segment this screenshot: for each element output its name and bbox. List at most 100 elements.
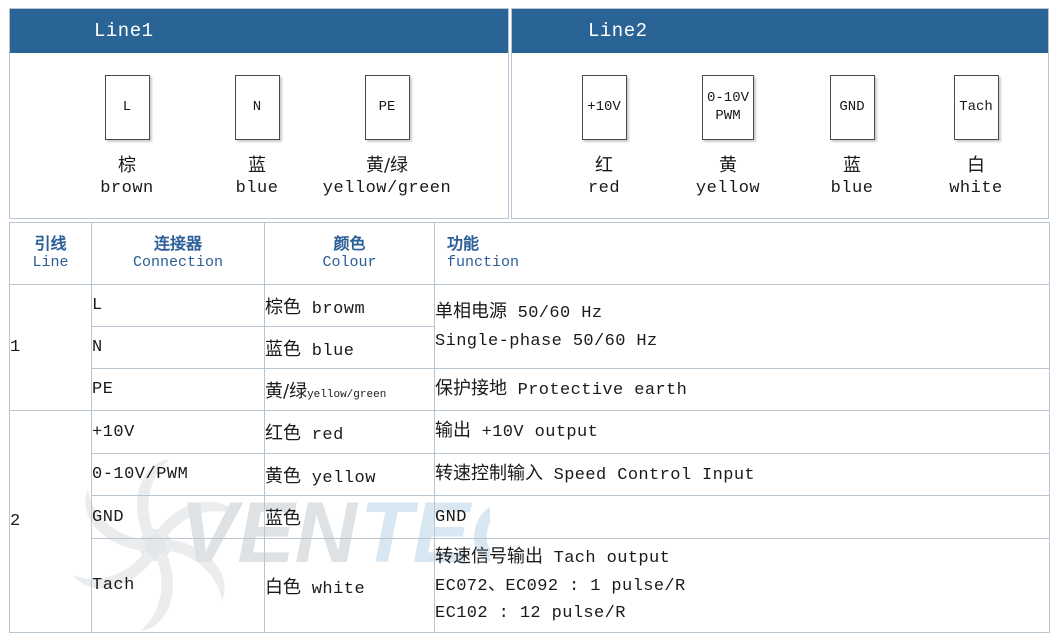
cell-colour: 黄/绿yellow/green [264, 368, 435, 411]
cell-connection: GND [91, 495, 265, 539]
cell-connection: N [91, 326, 265, 369]
panel-line1-title: Line1 [10, 9, 508, 53]
terminal-l-colour-cn: 棕 [118, 155, 136, 176]
terminal-box-n: N [234, 75, 280, 140]
colour-en: browm [301, 299, 366, 319]
table-row: Tach 白色 white 转速信号输出 Tach output EC072、EC09… [10, 538, 1050, 633]
col-header-connection: 连接器 Connection [91, 222, 265, 285]
terminal-l-colour-en: brown [100, 178, 154, 198]
panel-line1: Line1 L 棕 brown N 蓝 blue PE 黄/绿 yellow/g… [9, 8, 509, 219]
panel-line1-terminals: L 棕 brown N 蓝 blue PE 黄/绿 yellow/green [10, 53, 508, 218]
terminal-box-tach: Tach [953, 75, 999, 140]
colour-cn: 红色 [265, 423, 301, 444]
cell-function: 保护接地 Protective earth [434, 368, 1050, 411]
col-header-line-en: Line [32, 254, 69, 272]
cell-function: 输出 +10V output [434, 410, 1050, 454]
cell-connection: PE [91, 368, 265, 411]
cell-line-number: 2 [9, 410, 92, 633]
terminal-gnd-colour-en: blue [830, 178, 874, 198]
terminal-box-l-label: L [122, 98, 132, 115]
terminal-box-n-label: N [252, 98, 262, 115]
cell-function: 单相电源 50/60 Hz Single-phase 50/60 Hz [434, 284, 1050, 369]
terminal-box-pwm-label2: PWM [715, 107, 741, 124]
terminal-box-pwm-label: 0-10V [706, 90, 749, 106]
table-header-row: 引线 Line 连接器 Connection 颜色 Colour 功能 func… [9, 222, 1050, 285]
terminal-box-gnd-label: GND [839, 98, 865, 115]
cell-connection: L [91, 284, 265, 327]
terminal-box-plus10v: +10V [581, 75, 627, 140]
function-line: 保护接地 Protective earth [435, 377, 688, 400]
function-line: GND [435, 508, 467, 528]
col-header-connection-en: Connection [132, 254, 223, 272]
terminal-plus10v: +10V 红 red [542, 75, 666, 198]
function-line: Single-phase 50/60 Hz [435, 331, 658, 351]
colour-cn: 棕色 [265, 296, 301, 318]
col-header-connection-cn: 连接器 [153, 234, 202, 254]
terminal-box-pe: PE [364, 75, 410, 140]
cell-colour: 红色 red [264, 410, 435, 454]
cell-function: GND [434, 495, 1050, 539]
col-header-function-cn: 功能 [447, 234, 480, 254]
cell-line-number: 1 [9, 284, 92, 411]
terminal-pe: PE 黄/绿 yellow/green [322, 75, 452, 198]
colour-en: red [301, 426, 344, 445]
terminal-box-gnd: GND [829, 75, 875, 140]
terminal-box-pe-label: PE [378, 98, 396, 115]
cell-colour: 棕色 browm [264, 284, 435, 327]
colour-en: blue [301, 341, 355, 361]
table-row: GND 蓝色 GND [10, 495, 1050, 539]
terminal-n-colour-en: blue [235, 178, 279, 198]
table-row: 0-10V/PWM 黄色 yellow 转速控制输入 Speed Control I… [10, 453, 1050, 496]
terminal-pe-colour-cn: 黄/绿 [365, 155, 409, 176]
col-header-function: 功能 function [434, 222, 1050, 285]
terminal-box-pwm: 0-10V PWM [702, 75, 754, 140]
colour-cn: 黄/绿 [265, 380, 308, 402]
terminal-box-l: L [104, 75, 150, 140]
terminal-plus10v-colour-en: red [587, 178, 621, 198]
panel-line2: Line2 +10V 红 red 0-10V PWM 黄 yellow GND [511, 8, 1049, 219]
function-line: EC102 : 12 pulse/R [435, 604, 626, 624]
colour-cn: 黄色 [265, 465, 301, 487]
terminal-pwm-colour-en: yellow [695, 178, 761, 198]
table-body: 1 L 棕色 browm 单相电源 50/60 Hz Single-phase 50/6… [9, 284, 1050, 633]
terminal-tach-colour-en: white [949, 178, 1003, 198]
colour-cn: 蓝色 [265, 508, 301, 529]
table-row: 2 +10V 红色 red 输出 +10V output [9, 410, 1050, 633]
cell-colour: 蓝色 blue [264, 326, 435, 369]
wiring-table: 引线 Line 连接器 Connection 颜色 Colour 功能 func… [9, 222, 1050, 633]
col-header-colour: 颜色 Colour [264, 222, 435, 285]
panel-line2-terminals: +10V 红 red 0-10V PWM 黄 yellow GND 蓝 blue [512, 53, 1048, 218]
terminal-panels: Line1 L 棕 brown N 蓝 blue PE 黄/绿 yellow/g… [9, 8, 1049, 219]
terminal-tach-colour-cn: 白 [967, 155, 985, 176]
colour-en: white [301, 579, 366, 599]
cell-connection: Tach [91, 538, 265, 633]
colour-cn: 白色 [265, 576, 301, 598]
table-row: PE 黄/绿yellow/green 保护接地 Protective earth [10, 368, 1050, 411]
cell-colour: 蓝色 [264, 495, 435, 539]
terminal-l: L 棕 brown [62, 75, 192, 198]
col-header-colour-cn: 颜色 [333, 234, 366, 254]
function-line: 单相电源 50/60 Hz [435, 300, 603, 323]
cell-function: 转速信号输出 Tach output EC072、EC092 : 1 pulse/… [434, 538, 1050, 633]
terminal-n: N 蓝 blue [192, 75, 322, 198]
function-line: 转速控制输入 Speed Control Input [435, 462, 756, 485]
terminal-gnd-colour-cn: 蓝 [843, 155, 861, 176]
function-line: 转速信号输出 Tach output [435, 546, 671, 569]
terminal-pe-colour-en: yellow/green [322, 178, 452, 198]
col-header-colour-en: Colour [322, 254, 377, 272]
terminal-tach: Tach 白 white [914, 75, 1038, 198]
cell-colour: 黄色 yellow [264, 453, 435, 496]
col-header-line: 引线 Line [9, 222, 92, 285]
colour-cn: 蓝色 [265, 338, 301, 360]
terminal-plus10v-colour-cn: 红 [595, 155, 613, 176]
function-line: EC072、EC092 : 1 pulse/R [435, 576, 686, 596]
function-line: 输出 +10V output [435, 420, 599, 443]
col-header-function-en: function [447, 254, 520, 272]
table-head: 引线 Line 连接器 Connection 颜色 Colour 功能 func… [9, 222, 1050, 285]
terminal-n-colour-cn: 蓝 [248, 155, 266, 176]
colour-en: yellow [301, 468, 376, 488]
cell-colour: 白色 white [264, 538, 435, 633]
terminal-box-tach-label: Tach [959, 98, 993, 115]
table-row: 1 L 棕色 browm 单相电源 50/60 Hz Single-phase 50/6… [9, 284, 1050, 411]
terminal-gnd: GND 蓝 blue [790, 75, 914, 198]
